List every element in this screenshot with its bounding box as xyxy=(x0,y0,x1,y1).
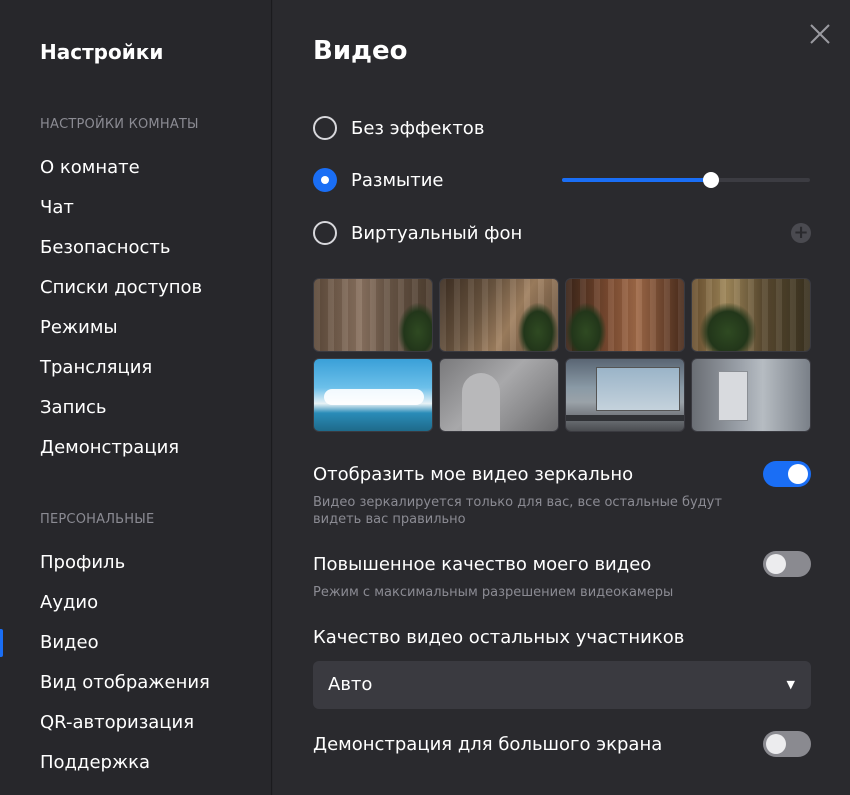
blur-slider-thumb[interactable] xyxy=(703,172,719,188)
sidebar-item-modes[interactable]: Режимы xyxy=(40,314,118,342)
plus-circle-icon: + xyxy=(793,222,809,243)
big-screen-demo-title: Демонстрация для большого экрана xyxy=(313,734,663,755)
bg-thumb-wood-room[interactable] xyxy=(565,278,685,352)
sidebar-item-about-room[interactable]: О комнате xyxy=(40,154,140,182)
toggle-knob xyxy=(766,554,786,574)
active-item-indicator xyxy=(0,629,3,657)
bg-thumb-grey-room[interactable] xyxy=(691,358,811,432)
effect-option-virtual-bg[interactable]: Виртуальный фон xyxy=(313,220,522,246)
bg-thumb-office-city[interactable] xyxy=(565,358,685,432)
add-background-button[interactable]: + xyxy=(791,223,811,243)
video-settings-panel: Видео Без эффектов Размытие Виртуальный … xyxy=(273,0,850,795)
sidebar-item-audio[interactable]: Аудио xyxy=(40,589,98,617)
settings-title: Настройки xyxy=(40,40,164,64)
radio-none[interactable] xyxy=(313,116,337,140)
bg-thumb-white-arch[interactable] xyxy=(439,358,559,432)
sidebar-item-display-view[interactable]: Вид отображения xyxy=(40,669,210,697)
sidebar-item-security[interactable]: Безопасность xyxy=(40,234,170,262)
radio-blur[interactable] xyxy=(313,168,337,192)
effect-option-none[interactable]: Без эффектов xyxy=(313,115,484,141)
close-icon xyxy=(810,24,830,44)
effect-option-blur[interactable]: Размытие xyxy=(313,167,444,193)
hq-video-toggle[interactable] xyxy=(763,551,811,577)
radio-virtual-bg-label: Виртуальный фон xyxy=(351,222,523,244)
radio-blur-label: Размытие xyxy=(351,169,444,191)
sidebar-item-recording[interactable]: Запись xyxy=(40,394,107,422)
sidebar-item-screen-share[interactable]: Демонстрация xyxy=(40,434,179,462)
room-settings-section-label: НАСТРОЙКИ КОМНАТЫ xyxy=(40,117,199,132)
others-quality-select[interactable]: Авто ▼ xyxy=(313,661,811,709)
toggle-knob xyxy=(766,734,786,754)
mirror-video-description-2: видеть вас правильно xyxy=(313,512,466,527)
mirror-video-title: Отобразить мое видео зеркально xyxy=(313,464,634,485)
sidebar-item-qr-auth[interactable]: QR-авторизация xyxy=(40,709,194,737)
mirror-video-description-1: Видео зеркалируется только для вас, все … xyxy=(313,495,722,510)
radio-none-label: Без эффектов xyxy=(351,117,485,139)
chevron-down-icon: ▼ xyxy=(786,678,795,691)
sidebar-item-support[interactable]: Поддержка xyxy=(40,749,150,777)
bg-thumb-blinds[interactable] xyxy=(439,278,559,352)
sidebar-item-video[interactable]: Видео xyxy=(40,629,99,657)
others-quality-title: Качество видео остальных участников xyxy=(313,627,685,648)
hq-video-description: Режим с максимальным разрешением видеока… xyxy=(313,585,674,600)
radio-virtual-bg[interactable] xyxy=(313,221,337,245)
bg-thumb-beach[interactable] xyxy=(313,358,433,432)
blur-slider[interactable] xyxy=(562,172,810,188)
settings-sidebar: Настройки НАСТРОЙКИ КОМНАТЫ О комнате Ча… xyxy=(0,0,272,795)
close-button[interactable] xyxy=(806,20,834,48)
bg-thumb-plants[interactable] xyxy=(691,278,811,352)
sidebar-item-chat[interactable]: Чат xyxy=(40,194,74,222)
sidebar-item-profile[interactable]: Профиль xyxy=(40,549,125,577)
sidebar-item-access-lists[interactable]: Списки доступов xyxy=(40,274,202,302)
toggle-knob xyxy=(788,464,808,484)
blur-slider-fill xyxy=(562,178,711,182)
bg-thumb-curtains[interactable] xyxy=(313,278,433,352)
others-quality-value: Авто xyxy=(328,674,373,695)
page-title: Видео xyxy=(313,36,408,66)
personal-section-label: ПЕРСОНАЛЬНЫЕ xyxy=(40,512,155,527)
background-gallery xyxy=(313,278,811,434)
hq-video-title: Повышенное качество моего видео xyxy=(313,554,652,575)
mirror-video-toggle[interactable] xyxy=(763,461,811,487)
sidebar-item-broadcast[interactable]: Трансляция xyxy=(40,354,152,382)
big-screen-demo-toggle[interactable] xyxy=(763,731,811,757)
